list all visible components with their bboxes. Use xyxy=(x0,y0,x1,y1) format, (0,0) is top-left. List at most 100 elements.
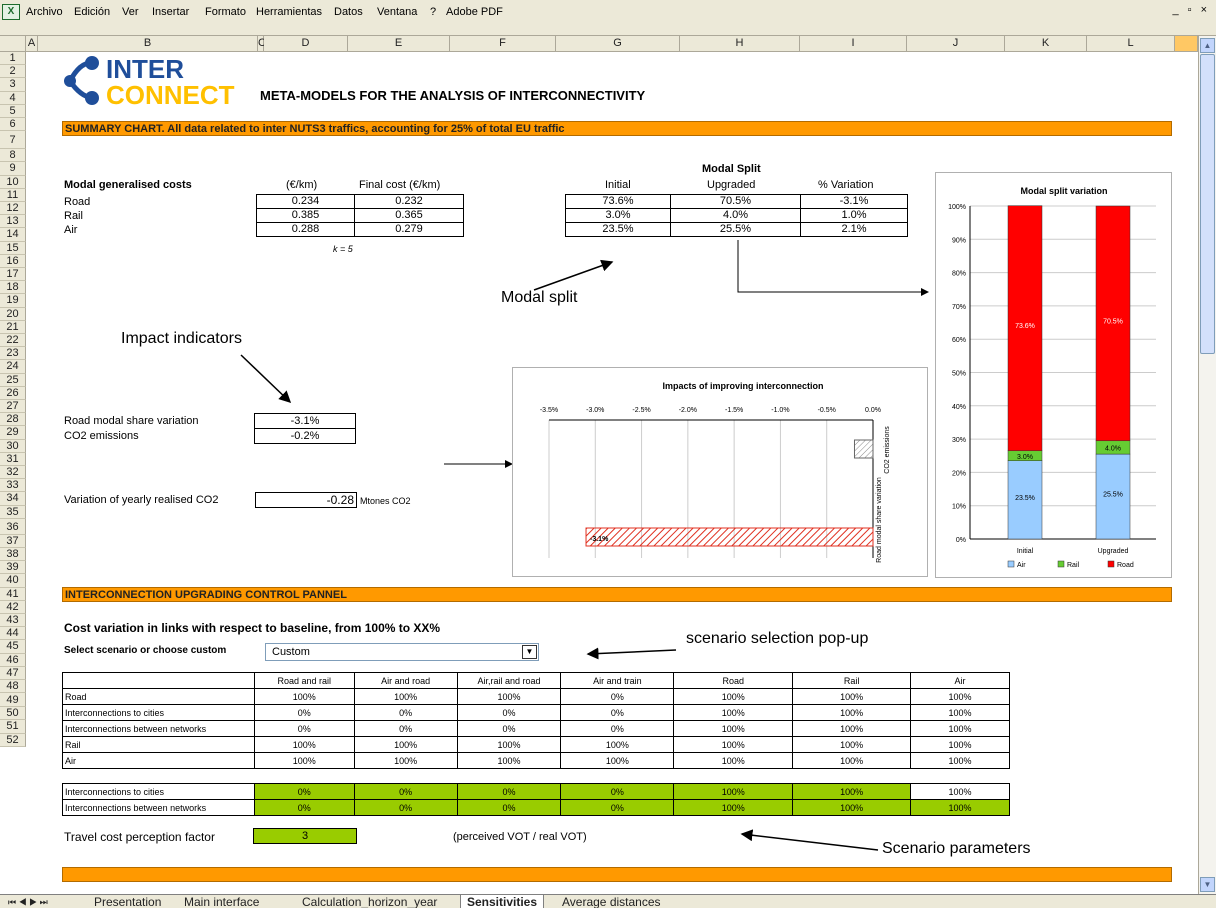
row-header[interactable]: 49 xyxy=(0,693,26,708)
param-cell[interactable]: 100% xyxy=(673,799,794,816)
tab-average-distances[interactable]: Average distances xyxy=(556,895,667,908)
dropdown-arrow-icon[interactable]: ▼ xyxy=(522,645,537,659)
param-cell[interactable]: 0% xyxy=(253,799,355,816)
param-cell[interactable]: 0% xyxy=(456,783,562,800)
column-header[interactable]: J xyxy=(907,36,1005,52)
row-header[interactable]: 34 xyxy=(0,492,26,506)
row-header[interactable]: 39 xyxy=(0,561,26,575)
row-header[interactable]: 31 xyxy=(0,452,26,466)
row-header[interactable]: 16 xyxy=(0,254,26,268)
row-header[interactable]: 40 xyxy=(0,574,26,588)
menu-help[interactable]: ? xyxy=(430,6,436,18)
tab-nav-icons[interactable]: ⏮ ◀ ▶ ⏭ xyxy=(2,895,54,908)
row-header[interactable]: 24 xyxy=(0,360,26,374)
param-cell[interactable]: 100% xyxy=(673,783,794,800)
menu-ver[interactable]: Ver xyxy=(122,6,139,18)
row-header[interactable]: 35 xyxy=(0,505,26,519)
row-header[interactable]: 18 xyxy=(0,281,26,295)
row-header[interactable]: 22 xyxy=(0,334,26,348)
menu-insertar[interactable]: Insertar xyxy=(152,6,189,18)
param-cell[interactable]: 100% xyxy=(910,799,1010,816)
row-header[interactable]: 23 xyxy=(0,347,26,361)
impact-bar[interactable] xyxy=(585,527,874,547)
row-header[interactable]: 17 xyxy=(0,268,26,282)
column-header[interactable]: B xyxy=(38,36,258,52)
row-header[interactable]: 20 xyxy=(0,307,26,321)
row-header[interactable]: 14 xyxy=(0,228,26,242)
row-header[interactable]: 29 xyxy=(0,426,26,440)
row-header[interactable]: 52 xyxy=(0,733,26,747)
row-header[interactable]: 19 xyxy=(0,294,26,308)
param-cell[interactable]: 0% xyxy=(353,783,458,800)
tab-sensitivities[interactable]: Sensitivities xyxy=(460,895,545,908)
menu-formato[interactable]: Formato xyxy=(205,6,246,18)
row-header[interactable]: 26 xyxy=(0,386,26,400)
column-header[interactable]: E xyxy=(348,36,450,52)
column-header[interactable]: D xyxy=(264,36,348,52)
scenario-select[interactable]: Custom ▼ xyxy=(265,643,539,661)
scroll-up-icon[interactable]: ▲ xyxy=(1200,38,1215,53)
perception-value[interactable]: 3 xyxy=(253,828,357,844)
scroll-thumb[interactable] xyxy=(1200,54,1215,354)
impact-bar[interactable] xyxy=(853,439,874,459)
menu-adobe-pdf[interactable]: Adobe PDF xyxy=(446,6,503,18)
vertical-scrollbar[interactable]: ▲ ▼ xyxy=(1198,36,1216,894)
column-header[interactable]: K xyxy=(1005,36,1087,52)
window-controls[interactable]: _ ▫ × xyxy=(1172,4,1210,16)
column-header[interactable]: I xyxy=(800,36,907,52)
row-header[interactable]: 36 xyxy=(0,518,26,535)
column-header[interactable]: F xyxy=(450,36,556,52)
row-header[interactable]: 51 xyxy=(0,720,26,734)
row-header[interactable]: 3 xyxy=(0,78,26,92)
row-header[interactable]: 42 xyxy=(0,600,26,614)
param-cell[interactable]: 0% xyxy=(253,783,355,800)
row-header[interactable]: 50 xyxy=(0,707,26,721)
tab-calculation-horizon[interactable]: Calculation_horizon_year xyxy=(296,895,443,908)
tab-main-interface[interactable]: Main interface xyxy=(178,895,265,908)
row-header[interactable]: 37 xyxy=(0,534,26,548)
tab-presentation[interactable]: Presentation xyxy=(88,895,167,908)
row-header[interactable]: 21 xyxy=(0,320,26,334)
scroll-down-icon[interactable]: ▼ xyxy=(1200,877,1215,892)
column-header[interactable]: H xyxy=(680,36,800,52)
param-cell[interactable]: 0% xyxy=(560,783,675,800)
row-header[interactable]: 11 xyxy=(0,188,26,202)
row-header[interactable]: 7 xyxy=(0,131,26,150)
param-cell[interactable]: 0% xyxy=(560,799,675,816)
row-header[interactable]: 27 xyxy=(0,400,26,414)
row-header[interactable]: 28 xyxy=(0,413,26,427)
row-header[interactable]: 5 xyxy=(0,104,26,118)
row-header[interactable]: 13 xyxy=(0,215,26,229)
param-cell[interactable]: 0% xyxy=(456,799,562,816)
row-header[interactable]: 47 xyxy=(0,666,26,680)
row-header[interactable]: 43 xyxy=(0,614,26,628)
row-header[interactable]: 41 xyxy=(0,587,26,601)
param-cell[interactable]: 100% xyxy=(792,799,912,816)
impact-chart[interactable]: Impacts of improving interconnection -3.5… xyxy=(512,367,928,577)
select-all-corner[interactable] xyxy=(0,36,26,52)
modal-split-chart[interactable]: Modal split variation 0% 10% 20% 30% 40% 50% 60… xyxy=(935,172,1172,578)
row-header[interactable]: 8 xyxy=(0,149,26,163)
param-cell[interactable]: 100% xyxy=(910,783,1010,800)
menu-archivo[interactable]: Archivo xyxy=(26,6,63,18)
row-header[interactable]: 48 xyxy=(0,680,26,694)
row-header[interactable]: 44 xyxy=(0,627,26,641)
column-header[interactable]: A xyxy=(26,36,38,52)
column-header[interactable]: G xyxy=(556,36,680,52)
row-header[interactable]: 25 xyxy=(0,373,26,387)
row-header[interactable]: 32 xyxy=(0,466,26,480)
row-header[interactable]: 2 xyxy=(0,65,26,79)
row-header[interactable]: 9 xyxy=(0,162,26,176)
menu-datos[interactable]: Datos xyxy=(334,6,363,18)
row-header[interactable]: 12 xyxy=(0,202,26,216)
row-header[interactable]: 33 xyxy=(0,479,26,493)
row-header[interactable]: 4 xyxy=(0,91,26,105)
row-header[interactable]: 6 xyxy=(0,118,26,132)
row-header[interactable]: 1 xyxy=(0,52,26,66)
row-header[interactable]: 38 xyxy=(0,548,26,562)
column-header[interactable]: L xyxy=(1087,36,1175,52)
menu-ventana[interactable]: Ventana xyxy=(377,6,417,18)
row-header[interactable]: 46 xyxy=(0,653,26,667)
row-header[interactable]: 30 xyxy=(0,439,26,453)
row-header[interactable]: 15 xyxy=(0,241,26,255)
